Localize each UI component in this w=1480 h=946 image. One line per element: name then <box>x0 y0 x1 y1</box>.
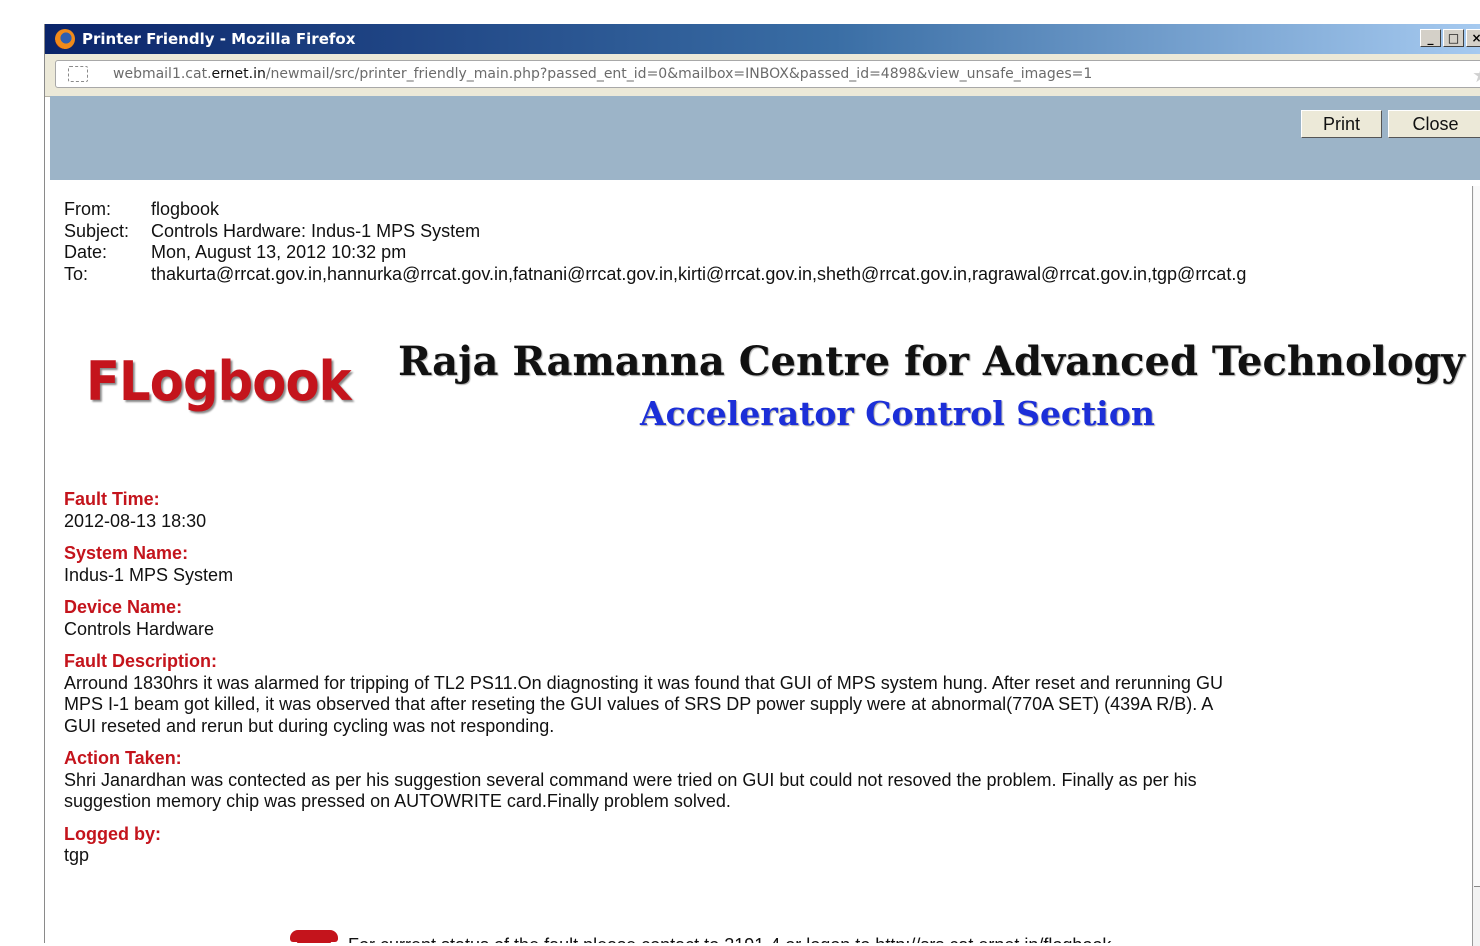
window-title: Printer Friendly - Mozilla Firefox <box>82 30 356 48</box>
field-label: System Name: <box>64 543 189 563</box>
flogbook-logo: FLogbook <box>86 350 352 413</box>
address-bar: webmail1.cat.ernet.in/newmail/src/printe… <box>45 54 1480 97</box>
header-key: From: <box>64 199 111 219</box>
header-key: Subject: <box>64 220 130 241</box>
print-button[interactable]: Print <box>1301 110 1382 138</box>
field-label: Logged by: <box>64 823 161 844</box>
print-header-band: Print Close <box>50 96 1480 180</box>
window-controls: _ □ × <box>1418 29 1480 47</box>
section-name: Accelerator Control Section <box>640 394 1155 433</box>
contact-footer: For current status of the fault please c… <box>288 928 1111 943</box>
header-value: Mon, August 13, 2012 10:32 pm <box>151 242 407 262</box>
browser-window: Printer Friendly - Mozilla Firefox _ □ ×… <box>44 24 1480 946</box>
field-label: Fault Time: <box>64 489 160 509</box>
header-key: To: <box>64 263 89 284</box>
title-bar[interactable]: Printer Friendly - Mozilla Firefox _ □ × <box>45 24 1480 54</box>
header-row-from: From: flogbook <box>64 199 1246 221</box>
footer-text: For current status of the fault please c… <box>348 935 1111 944</box>
header-row-date: Date: Mon, August 13, 2012 10:32 pm <box>64 242 1246 264</box>
header-value: Controls Hardware: Indus-1 MPS System <box>151 220 481 241</box>
field-label: Fault Description: <box>64 651 218 671</box>
field-device-name: Device Name: Controls Hardware <box>64 597 1470 640</box>
header-value: flogbook <box>151 199 220 219</box>
field-value: 2012-08-13 18:30 <box>64 510 207 531</box>
bookmark-star-icon[interactable]: ★ <box>1472 63 1480 87</box>
header-row-to: To: thakurta@rrcat.gov.in,hannurka@rrcat… <box>64 264 1246 286</box>
minimize-button[interactable]: _ <box>1420 29 1441 47</box>
field-value-line: Shri Janardhan was contected as per his … <box>64 769 1197 790</box>
close-window-button[interactable]: × <box>1466 29 1480 47</box>
field-label: Action Taken: <box>64 748 182 768</box>
message-content: From: flogbook Subject: Controls Hardwar… <box>50 180 1470 943</box>
field-value: tgp <box>64 845 90 865</box>
maximize-button[interactable]: □ <box>1443 29 1464 47</box>
field-value: Controls Hardware <box>64 618 215 639</box>
scrollbar-thumb[interactable] <box>1474 186 1480 887</box>
site-identity-icon[interactable] <box>68 66 88 82</box>
field-label: Device Name: <box>64 597 183 617</box>
url-text[interactable]: webmail1.cat.ernet.in/newmail/src/printe… <box>113 66 1092 82</box>
field-value-line: GUI reseted and rerun but during cycling… <box>64 715 555 736</box>
field-fault-time: Fault Time: 2012-08-13 18:30 <box>64 489 1470 532</box>
field-fault-description: Fault Description: Arround 1830hrs it wa… <box>64 651 1470 737</box>
vertical-scrollbar[interactable] <box>1472 186 1480 946</box>
firefox-icon <box>55 29 75 49</box>
organization-name: Raja Ramanna Centre for Advanced Technol… <box>398 338 1465 385</box>
field-value: Indus-1 MPS System <box>64 564 234 585</box>
field-value-line: Arround 1830hrs it was alarmed for tripp… <box>64 672 1223 693</box>
field-action-taken: Action Taken: Shri Janardhan was contect… <box>64 748 1470 813</box>
field-logged-by: Logged by: tgp <box>64 824 1470 867</box>
telephone-icon <box>288 928 340 943</box>
fault-fields: Fault Time: 2012-08-13 18:30 System Name… <box>64 489 1470 878</box>
field-value-line: MPS I-1 beam got killed, it was observed… <box>64 694 1214 714</box>
field-value-line: suggestion memory chip was pressed on AU… <box>64 791 731 811</box>
url-field[interactable]: webmail1.cat.ernet.in/newmail/src/printe… <box>55 60 1480 88</box>
header-row-subject: Subject: Controls Hardware: Indus-1 MPS … <box>64 221 1246 243</box>
close-button[interactable]: Close <box>1388 110 1480 138</box>
header-value: thakurta@rrcat.gov.in,hannurka@rrcat.gov… <box>151 263 1247 284</box>
message-headers: From: flogbook Subject: Controls Hardwar… <box>64 199 1246 285</box>
header-key: Date: <box>64 242 108 262</box>
field-system-name: System Name: Indus-1 MPS System <box>64 543 1470 586</box>
